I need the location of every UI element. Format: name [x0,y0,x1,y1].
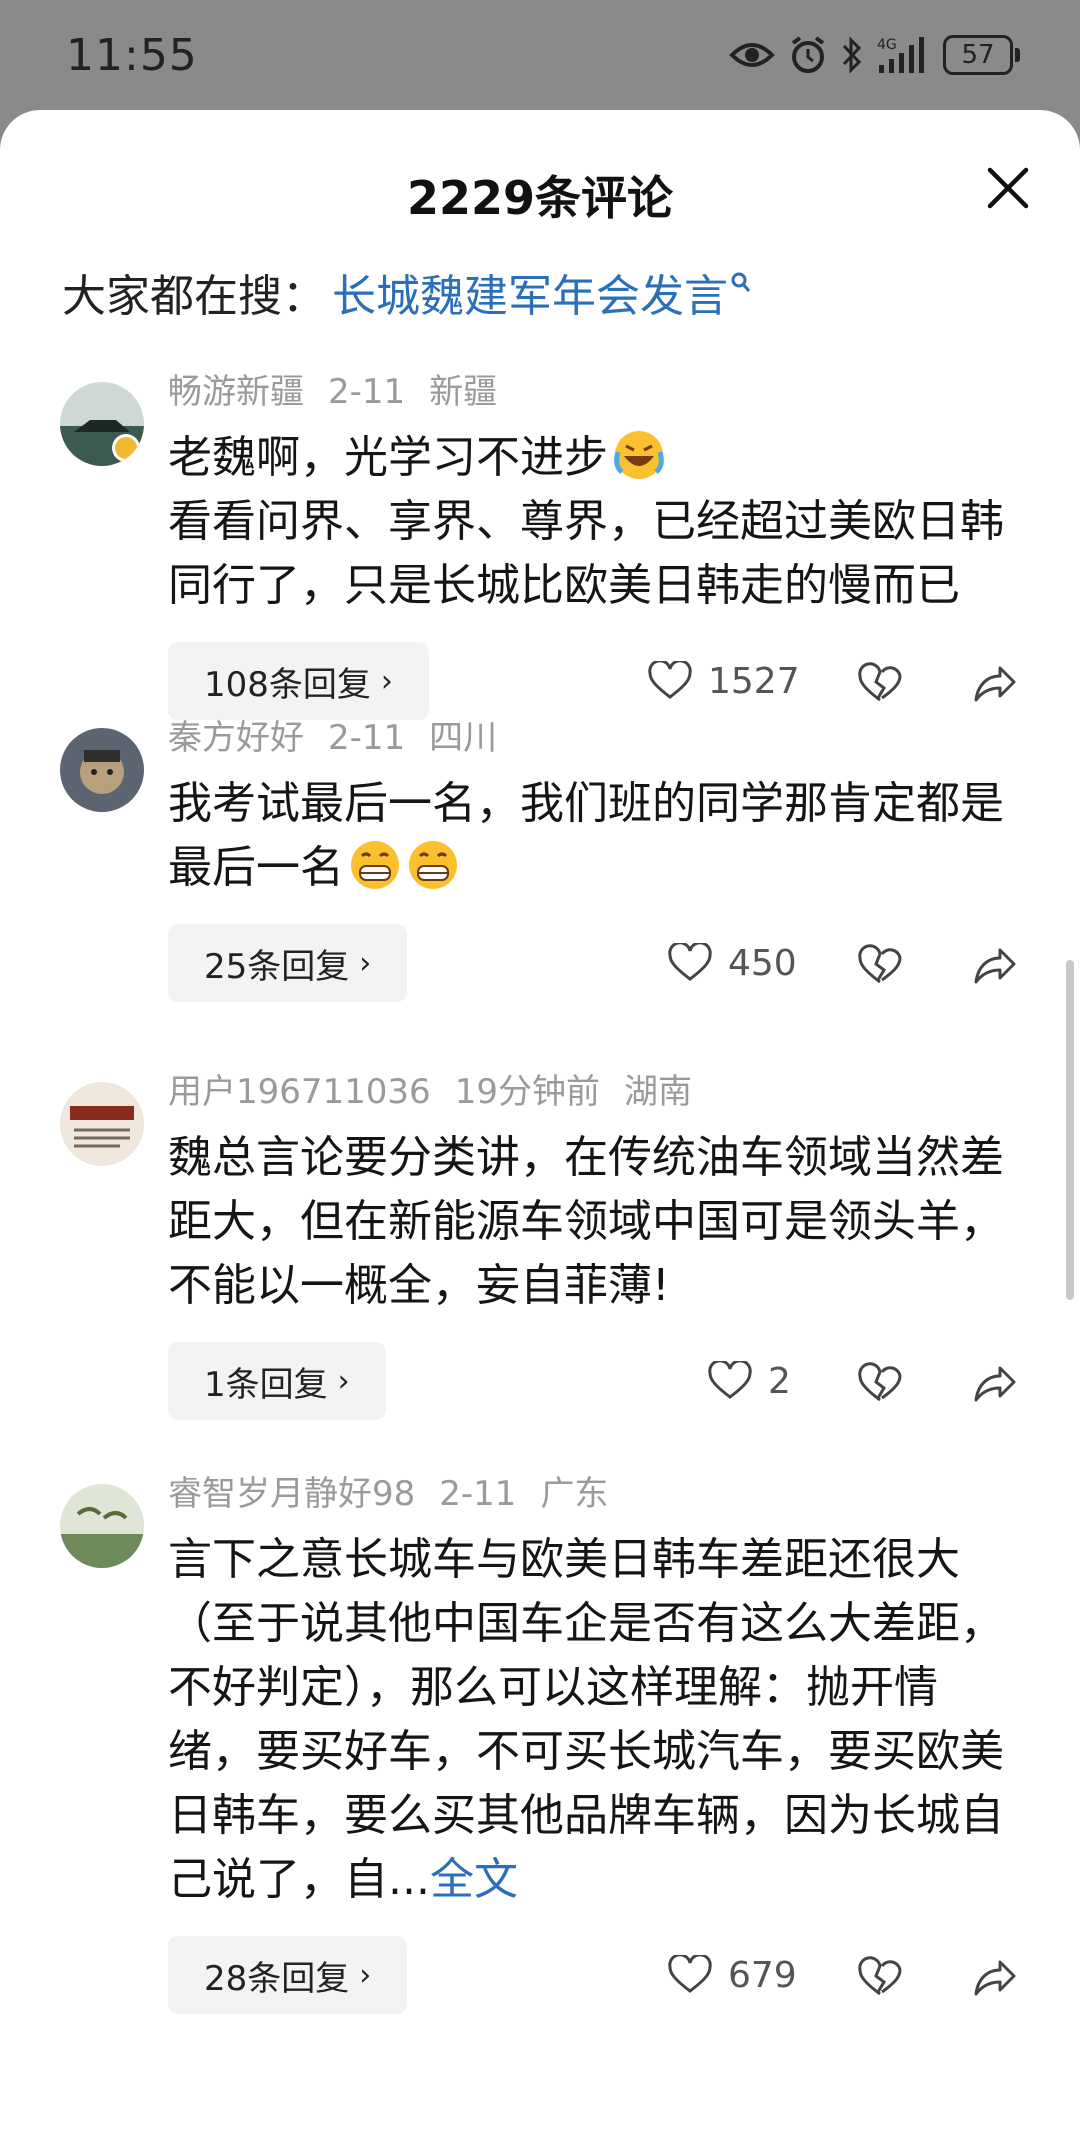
dislike-broken-heart-icon[interactable] [858,1936,902,2014]
comment-text-content: 言下之意长城车与欧美日韩车差距还很大（至于说其他中国车企是否有这么大差距，不好判… [168,1534,1004,1905]
comment-region: 湖南 [623,1072,692,1112]
comment-region: 新疆 [429,372,498,412]
replies-label: 28条回复 [204,1958,350,1999]
comment-meta: 用户196711036 19分钟前 湖南 [168,1070,1008,1114]
comment-meta: 畅游新疆 2-11 新疆 [168,370,1008,414]
chevron-right-icon: › [359,945,372,981]
like-count: 679 [728,1954,797,1996]
view-replies-button[interactable]: 28条回复 › [168,1936,408,2014]
avatar[interactable] [60,1484,144,1568]
heart-icon [668,943,712,981]
eye-icon [729,43,775,67]
share-icon[interactable] [972,1342,1016,1420]
comment-meta: 秦方好好 2-11 四川 [168,716,1008,760]
status-icons: 4G 57 [729,30,1020,80]
comment-username[interactable]: 睿智岁月静好98 [168,1474,415,1514]
signal-4g-icon: 4G [877,37,924,73]
replies-label: 25条回复 [204,946,350,987]
comment-date: 2-11 [328,718,406,758]
alarm-icon [791,36,825,73]
share-icon[interactable] [972,924,1016,1002]
comment-username[interactable]: 畅游新疆 [168,372,304,412]
share-icon[interactable] [972,642,1016,720]
like-button[interactable]: 1527 [648,642,800,720]
comment-actions: 1条回复 › 2 [168,1342,1016,1422]
comment-region: 四川 [429,718,498,758]
chevron-right-icon: › [380,663,393,699]
comment-text-line: 看看问界、享界、尊界，已经超过美欧日韩同行了，只是长城比欧美日韩走的慢而已 [168,496,1004,611]
comment-text: 我考试最后一名，我们班的同学那肯定都是最后一名 [168,772,1008,900]
bluetooth-icon [842,36,862,74]
comment-text: 言下之意长城车与欧美日韩车差距还很大（至于说其他中国车企是否有这么大差距，不好判… [168,1528,1008,1912]
comment-username[interactable]: 用户196711036 [168,1072,431,1112]
search-icon [731,272,751,292]
dislike-broken-heart-icon[interactable] [858,642,902,720]
comment-meta: 睿智岁月静好98 2-11 广东 [168,1472,1008,1516]
comment-actions: 28条回复 › 679 [168,1936,1016,2016]
laughing-crying-emoji-icon [614,431,664,479]
trending-label: 大家都在搜： [62,271,326,322]
avatar[interactable] [60,728,144,812]
dislike-broken-heart-icon[interactable] [858,1342,902,1420]
battery-level: 57 [943,35,1013,75]
like-count: 1527 [708,660,800,702]
close-icon[interactable] [980,160,1036,216]
trending-search[interactable]: 大家都在搜： 长城魏建军年会发言 [62,260,752,324]
comment-text-line: 老魏啊，光学习不进步 [168,432,608,483]
chevron-right-icon: › [337,1363,350,1399]
battery-icon: 57 [943,35,1020,75]
comment-text-content: 我考试最后一名，我们班的同学那肯定都是最后一名 [168,778,1004,893]
comment-date: 19分钟前 [454,1072,600,1112]
grinning-emoji-icon [351,841,399,889]
scrollbar[interactable] [1066,960,1074,1300]
expand-full-text-link[interactable]: 全文 [430,1854,518,1905]
avatar[interactable] [60,382,144,466]
chevron-right-icon: › [359,1957,372,1993]
like-button[interactable]: 450 [668,924,797,1002]
dislike-broken-heart-icon[interactable] [858,924,902,1002]
svg-text:4G: 4G [877,37,897,53]
trending-keyword[interactable]: 长城魏建军年会发言 [332,260,728,324]
view-replies-button[interactable]: 108条回复 › [168,642,429,720]
like-count: 450 [728,942,797,984]
grinning-emoji-icon [409,841,457,889]
like-button[interactable]: 2 [708,1342,791,1420]
comments-sheet: 2229条评论 大家都在搜： 长城魏建军年会发言 畅游新疆 2-11 新疆 老魏啊，… [0,110,1080,2143]
replies-label: 1条回复 [204,1364,328,1405]
comment-username[interactable]: 秦方好好 [168,718,304,758]
comment-actions: 25条回复 › 450 [168,924,1016,1004]
status-bar: 11:55 4G 57 [0,0,1080,110]
comment-actions: 108条回复 › 1527 [168,642,1016,722]
heart-icon [708,1361,752,1399]
comment-text: 老魏啊，光学习不进步 看看问界、享界、尊界，已经超过美欧日韩同行了，只是长城比欧… [168,426,1008,618]
share-icon[interactable] [972,1936,1016,2014]
view-replies-button[interactable]: 25条回复 › [168,924,408,1002]
view-replies-button[interactable]: 1条回复 › [168,1342,386,1420]
heart-icon [648,661,692,699]
comment-text: 魏总言论要分类讲，在传统油车领域当然差距大，但在新能源车领域中国可是领头羊，不能… [168,1132,1004,1311]
status-time: 11:55 [66,30,198,81]
like-count: 2 [768,1360,791,1402]
like-button[interactable]: 679 [668,1936,797,2014]
heart-icon [668,1955,712,1993]
sheet-title: 2229条评论 [406,171,674,225]
replies-label: 108条回复 [204,664,371,705]
comment-date: 2-11 [328,372,406,412]
avatar[interactable] [60,1082,144,1166]
comment-date: 2-11 [439,1474,517,1514]
comment-region: 广东 [540,1474,609,1514]
